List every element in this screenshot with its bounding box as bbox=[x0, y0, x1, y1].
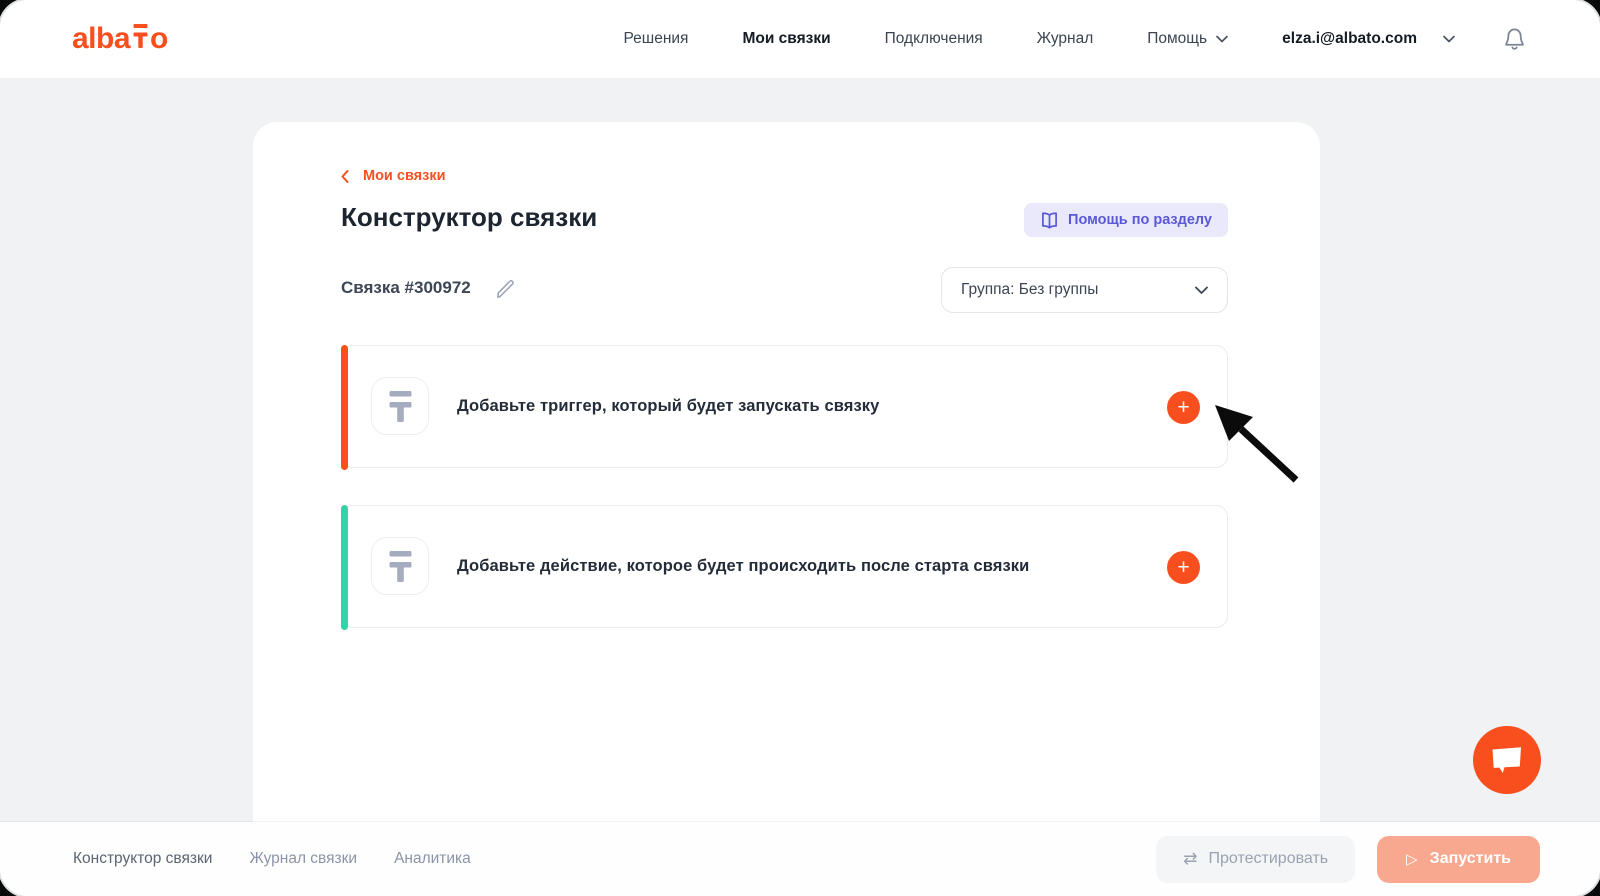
chevron-left-icon bbox=[341, 170, 349, 183]
nav-item-help[interactable]: Помощь bbox=[1147, 30, 1228, 48]
account-menu[interactable]: elza.i@albato.com bbox=[1282, 30, 1455, 48]
trigger-step-card: Добавьте триггер, который будет запускат… bbox=[341, 345, 1228, 468]
notifications-bell-button[interactable] bbox=[1503, 26, 1526, 52]
add-trigger-button[interactable]: + bbox=[1167, 391, 1200, 424]
nav-item-solutions[interactable]: Решения bbox=[623, 30, 688, 48]
test-bundle-button[interactable]: ⇄ Протестировать bbox=[1156, 836, 1355, 883]
run-bundle-label: Запустить bbox=[1430, 850, 1511, 868]
nav-item-connections[interactable]: Подключения bbox=[885, 30, 983, 48]
top-navigation-bar: alba o Решения Мои связки Подключения Жу… bbox=[0, 0, 1600, 78]
back-to-my-bundles-link[interactable]: Мои связки bbox=[341, 168, 446, 184]
action-step-icon-box bbox=[371, 537, 429, 595]
action-step-card: Добавьте действие, которое будет происхо… bbox=[341, 505, 1228, 628]
nav-item-my-bundles[interactable]: Мои связки bbox=[742, 30, 830, 48]
page-title: Конструктор связки bbox=[341, 202, 597, 233]
builder-footer-bar: Конструктор связки Журнал связки Аналити… bbox=[0, 822, 1600, 896]
group-dropdown[interactable]: Группа: Без группы bbox=[941, 267, 1228, 313]
test-bundle-label: Протестировать bbox=[1209, 850, 1329, 868]
back-link-label: Мои связки bbox=[363, 168, 446, 184]
edit-bundle-name-button[interactable] bbox=[495, 278, 515, 298]
logo-text-prefix: alba bbox=[72, 24, 130, 54]
footer-tab-constructor[interactable]: Конструктор связки bbox=[73, 850, 212, 868]
add-action-button[interactable]: + bbox=[1167, 551, 1200, 584]
run-bundle-button[interactable]: ▷ Запустить bbox=[1377, 836, 1540, 883]
book-icon bbox=[1040, 212, 1059, 229]
section-help-button[interactable]: Помощь по разделу bbox=[1024, 203, 1228, 237]
chat-widget-button[interactable] bbox=[1473, 726, 1541, 794]
bundle-name: Связка #300972 bbox=[341, 278, 471, 298]
trigger-accent-bar bbox=[341, 345, 348, 470]
swap-arrows-icon: ⇄ bbox=[1183, 849, 1197, 869]
section-help-label: Помощь по разделу bbox=[1068, 212, 1212, 228]
logo-text-suffix: o bbox=[150, 24, 168, 54]
action-accent-bar bbox=[341, 505, 348, 630]
chevron-down-icon bbox=[1195, 286, 1208, 295]
footer-tab-analytics[interactable]: Аналитика bbox=[394, 850, 471, 868]
group-dropdown-value: Группа: Без группы bbox=[961, 281, 1098, 299]
primary-nav: Решения Мои связки Подключения Журнал По… bbox=[623, 30, 1228, 48]
albato-step-icon bbox=[388, 551, 413, 582]
albato-t-mark-icon bbox=[132, 24, 149, 53]
chat-bubble-icon bbox=[1490, 745, 1524, 775]
nav-item-help-label: Помощь bbox=[1147, 30, 1207, 48]
account-email: elza.i@albato.com bbox=[1282, 30, 1417, 48]
play-icon: ▷ bbox=[1406, 850, 1418, 868]
footer-tabs: Конструктор связки Журнал связки Аналити… bbox=[73, 850, 471, 868]
footer-actions: ⇄ Протестировать ▷ Запустить bbox=[1156, 836, 1540, 883]
bundle-title-row: Связка #300972 bbox=[341, 278, 515, 298]
app-window: alba o Решения Мои связки Подключения Жу… bbox=[0, 0, 1600, 896]
builder-panel: Мои связки Конструктор связки Помощь по … bbox=[253, 122, 1320, 822]
albato-logo[interactable]: alba o bbox=[72, 24, 168, 54]
trigger-step-description: Добавьте триггер, который будет запускат… bbox=[457, 346, 879, 467]
chevron-down-icon bbox=[1443, 35, 1455, 43]
trigger-step-icon-box bbox=[371, 377, 429, 435]
nav-item-journal[interactable]: Журнал bbox=[1037, 30, 1094, 48]
albato-step-icon bbox=[388, 391, 413, 422]
chevron-down-icon bbox=[1216, 35, 1228, 43]
footer-tab-journal[interactable]: Журнал связки bbox=[249, 850, 357, 868]
action-step-description: Добавьте действие, которое будет происхо… bbox=[457, 506, 1029, 627]
